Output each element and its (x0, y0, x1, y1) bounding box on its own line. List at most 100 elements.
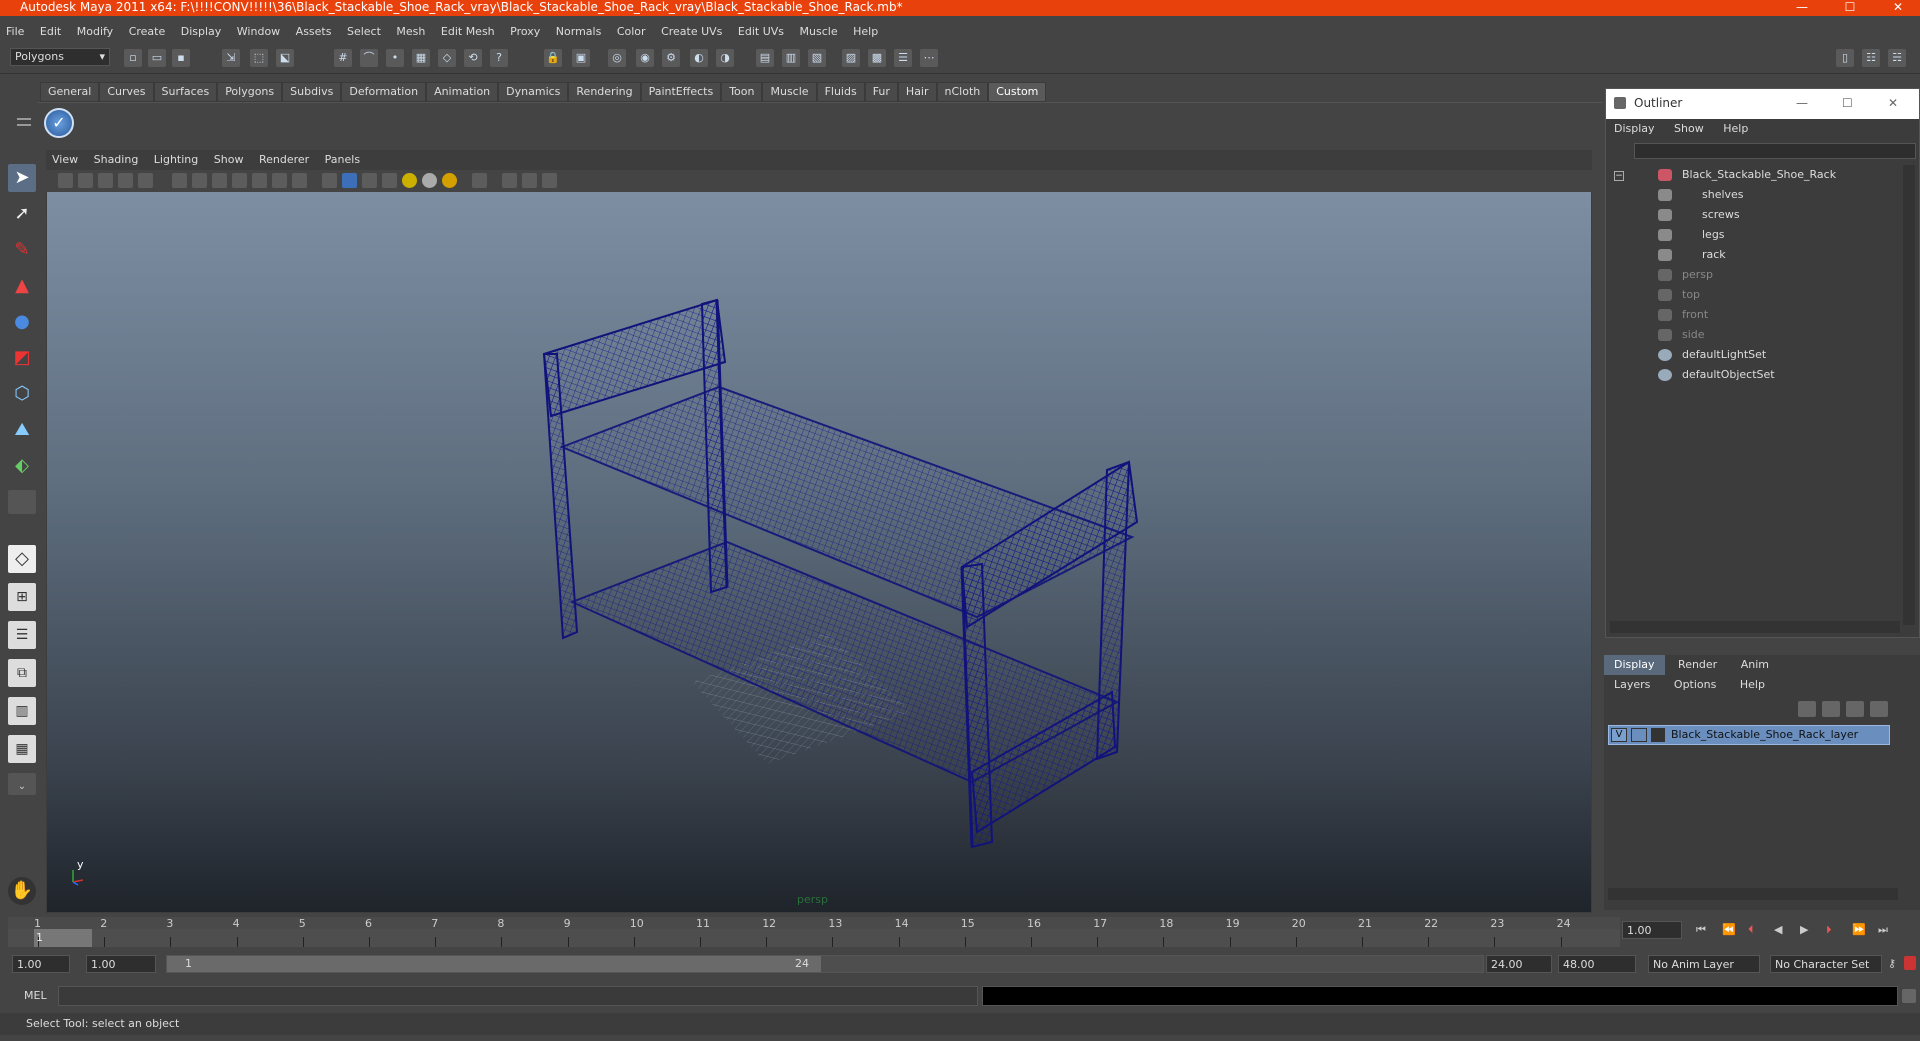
smooth-shade-icon[interactable] (342, 173, 357, 188)
last-tool-icon[interactable] (8, 490, 36, 514)
scale-tool-icon[interactable]: ◩ (8, 344, 36, 372)
wireframe-icon[interactable] (322, 173, 337, 188)
menu-muscle[interactable]: Muscle (794, 22, 844, 42)
menu-color[interactable]: Color (611, 22, 652, 42)
ipr-render-icon[interactable]: ◉ (636, 49, 654, 67)
layer-display-type-toggle[interactable] (1631, 728, 1647, 742)
lasso-tool-icon[interactable]: ➚ (8, 200, 36, 228)
menuset-dropdown[interactable]: Polygons ▾ (10, 48, 110, 66)
step-forward-key-icon[interactable]: ⏩ (1852, 923, 1866, 936)
menu-file[interactable]: File (0, 22, 30, 42)
close-icon[interactable]: ✕ (1888, 89, 1898, 117)
outliner-menu-help[interactable]: Help (1715, 119, 1756, 139)
shadows-icon[interactable] (442, 173, 457, 188)
film-gate-icon[interactable] (192, 173, 207, 188)
minimize-button[interactable]: — (1784, 0, 1820, 16)
shelf-tab-deformation[interactable]: Deformation (341, 82, 427, 102)
shelf-tab-subdivs[interactable]: Subdivs (282, 82, 342, 102)
render-settings-icon[interactable]: ⚙ (662, 49, 680, 67)
shelf-tab-general[interactable]: General (40, 82, 100, 102)
sidebar-channel-icon[interactable]: ▯ (1836, 49, 1854, 67)
soft-modification-icon[interactable]: ⛰ (8, 416, 36, 444)
bookmark-icon[interactable] (98, 173, 113, 188)
menu-edit[interactable]: Edit (34, 22, 67, 42)
isolate-select-icon[interactable] (472, 173, 487, 188)
shelf-tab-surfaces[interactable]: Surfaces (153, 82, 218, 102)
outliner-toggle-icon[interactable]: ☰ (894, 49, 912, 67)
grid-icon[interactable] (172, 173, 187, 188)
menu-modify[interactable]: Modify (71, 22, 119, 42)
shelf-tab-muscle[interactable]: Muscle (762, 82, 817, 102)
shelf-tab-animation[interactable]: Animation (426, 82, 499, 102)
render-view-icon[interactable]: ◑ (716, 49, 734, 67)
viewport-menu-renderer[interactable]: Renderer (253, 150, 315, 170)
move-tool-icon[interactable]: ▲ (8, 272, 36, 300)
checkmark-icon[interactable]: ✓ (44, 108, 74, 138)
menu-create-uvs[interactable]: Create UVs (655, 22, 728, 42)
menu-select[interactable]: Select (341, 22, 387, 42)
viewport-menu-lighting[interactable]: Lighting (148, 150, 204, 170)
layer-tab-render[interactable]: Render (1668, 655, 1727, 675)
sidebar-attribute-icon[interactable]: ☷ (1862, 49, 1880, 67)
step-forward-frame-icon[interactable]: ⏵ (1826, 923, 1832, 937)
wireframe-on-shaded-icon[interactable] (362, 173, 377, 188)
outliner-vertical-scrollbar[interactable] (1903, 165, 1915, 625)
menu-help[interactable]: Help (847, 22, 884, 42)
default-lighting-icon[interactable] (402, 173, 417, 188)
single-pane-layout-icon[interactable]: ◇ (8, 545, 36, 573)
animation-preferences-icon[interactable] (1904, 956, 1916, 970)
xray-joints-icon[interactable] (522, 173, 537, 188)
current-time-field[interactable]: 1.00 (1622, 921, 1682, 939)
playback-start-field[interactable]: 1.00 (86, 955, 156, 973)
tool-settings-icon[interactable]: ▨ (842, 49, 860, 67)
layout-menu-icon[interactable]: ⌄ (8, 773, 36, 795)
channel-box-icon[interactable]: ▥ (782, 49, 800, 67)
range-slider-handle[interactable]: 1 24 (167, 956, 821, 972)
menu-window[interactable]: Window (231, 22, 286, 42)
menu-assets[interactable]: Assets (290, 22, 338, 42)
make-live-icon[interactable]: ◇ (438, 49, 456, 67)
uv-layout-icon[interactable]: ▦ (8, 735, 36, 763)
layer-editor-icon[interactable]: ▩ (868, 49, 886, 67)
save-scene-icon[interactable]: ▪ (172, 49, 190, 67)
sidebar-tool-icon[interactable]: ☵ (1888, 49, 1906, 67)
command-input[interactable] (58, 986, 978, 1006)
step-back-frame-icon[interactable]: ⏴ (1748, 923, 1754, 937)
all-lights-icon[interactable] (422, 173, 437, 188)
help-icon[interactable]: ? (490, 49, 508, 67)
play-forward-icon[interactable]: ▶ (1800, 923, 1808, 936)
script-editor-icon[interactable] (1902, 989, 1916, 1003)
render-icon[interactable]: ◎ (608, 49, 626, 67)
image-plane-icon[interactable] (118, 173, 133, 188)
command-language-label[interactable]: MEL (24, 989, 47, 1002)
four-pane-layout-icon[interactable]: ⊞ (8, 583, 36, 611)
lock-icon[interactable]: 🔒 (544, 49, 562, 67)
shelf-tab-ncloth[interactable]: nCloth (936, 82, 989, 102)
snap-grid-icon[interactable]: # (334, 49, 352, 67)
resolution-gate-icon[interactable] (212, 173, 227, 188)
outliner-filter-input[interactable] (1634, 143, 1916, 159)
shelf-menu-handle[interactable] (14, 78, 34, 140)
go-to-start-icon[interactable]: ⏮ (1696, 923, 1706, 937)
character-set-dropdown[interactable]: No Character Set (1770, 955, 1882, 973)
playback-end-field[interactable]: 24.00 (1486, 955, 1552, 973)
hand-icon[interactable]: ✋ (8, 877, 36, 905)
minimize-icon[interactable]: — (1796, 89, 1808, 117)
shelf-tab-dynamics[interactable]: Dynamics (498, 82, 569, 102)
maximize-button[interactable]: ☐ (1832, 0, 1868, 16)
new-layer-selected-icon[interactable] (1822, 701, 1840, 717)
camera-attributes-icon[interactable] (78, 173, 93, 188)
persp-graph-layout-icon[interactable]: ⧉ (8, 659, 36, 687)
shelf-tab-fluids[interactable]: Fluids (816, 82, 865, 102)
maximize-icon[interactable]: ☐ (1842, 89, 1853, 117)
outliner-horizontal-scrollbar[interactable] (1610, 621, 1900, 633)
shelf-tab-fur[interactable]: Fur (864, 82, 898, 102)
hypershade-layout-icon[interactable]: ▥ (8, 697, 36, 725)
snap-plane-icon[interactable]: ▦ (412, 49, 430, 67)
outliner-menu-display[interactable]: Display (1606, 119, 1663, 139)
two-d-pan-icon[interactable] (138, 173, 153, 188)
snap-point-icon[interactable]: • (386, 49, 404, 67)
layer-menu-layers[interactable]: Layers (1604, 675, 1660, 695)
layer-menu-options[interactable]: Options (1664, 675, 1726, 695)
shelf-tab-custom[interactable]: Custom (988, 82, 1047, 102)
